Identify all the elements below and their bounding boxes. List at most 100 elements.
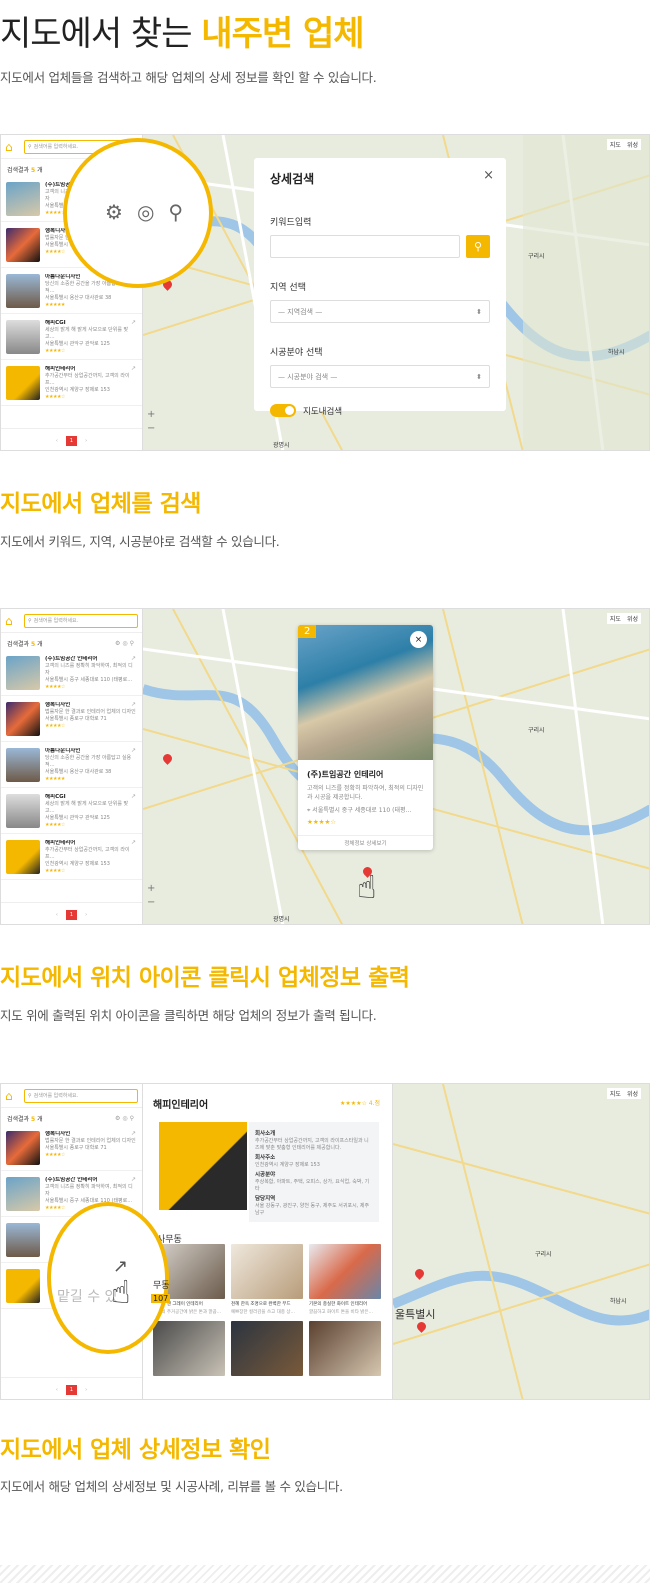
search-input[interactable]: ⚲ 검색어를 입력하세요. <box>24 613 138 628</box>
gear-icon[interactable]: ⚙ <box>105 200 123 224</box>
case-item[interactable]: 천혜 한옥 조명으로 완벽한 무드 예쁘장한 컬러감을 쓰고 대충 상… <box>231 1244 303 1315</box>
screenshot-popup: 지도 위성 구리시 광명시 + − ⌂ ⚲ 검색어를 입력하세요. 검색결과 5 개 ⚙… <box>0 608 650 925</box>
close-icon[interactable]: × <box>410 631 427 648</box>
search-icon: ⚲ <box>28 1092 32 1099</box>
hand-cursor-icon: ☝ <box>357 868 377 906</box>
list-item[interactable]: 해피인테리어 추가공간부터 상업공간까지, 고객의 라이프… 인천광역시 계양구 장… <box>1 834 142 880</box>
toggle-label: 지도내검색 <box>303 406 343 417</box>
map-place-label: 구리시 <box>528 727 545 734</box>
location-icon[interactable]: ◎ <box>137 200 154 224</box>
search-button[interactable]: ⚲ <box>466 235 490 258</box>
company-detail-panel: 해피인테리어 ★★★★☆ 4.점 회사소개 추가공간부터 상업공간까지, 고객의 … <box>143 1084 393 1399</box>
region-label: 지역 선택 <box>270 283 306 293</box>
map-place-label: 구리시 <box>535 1251 552 1258</box>
map-place-label: 하남시 <box>610 1298 627 1305</box>
tag-badge: 107 <box>151 1294 171 1303</box>
select-arrow-icon: ⬍ <box>476 372 482 381</box>
screenshot-detail: 지도 위성 울특별시 구리시 하남시 ⌂ ⚲ 검색어를 입력하세요. 검색결과 5 … <box>0 1083 650 1400</box>
search-icon[interactable]: ⚲ <box>168 200 183 224</box>
zoom-callout: ↗ 맡길 수 있 ☝ <box>47 1202 169 1354</box>
company-name: (주)트임공간 인테리어 <box>307 770 384 779</box>
field-select[interactable]: — 시공분야 검색 — ⬍ <box>270 365 490 388</box>
map-place-label: 광명시 <box>273 916 290 923</box>
list-item[interactable]: 행복디자인법률자문 한 결과로 인테리어 업체의 디자인서울특별시 종로구 대학… <box>1 696 142 742</box>
search-icon: ⚲ <box>28 143 32 150</box>
home-icon[interactable]: ⌂ <box>5 615 19 627</box>
rating-stars: ★★★★☆ 4.점 <box>339 1100 380 1107</box>
result-count: 검색결과 5 개 ⚙◎⚲ <box>7 640 136 648</box>
tool-icons[interactable]: ⚙◎⚲ <box>115 1115 136 1122</box>
external-link-icon[interactable]: ↗ <box>131 701 136 708</box>
list-item[interactable]: 아름다운디자인 당신의 소중한 공간을 가장 아름답고 실용적… 서울특별시 용산구… <box>1 742 142 788</box>
result-count: 검색결과 5 개 ⚙◎⚲ <box>7 1115 136 1123</box>
list-item[interactable]: 해피CGI 세상의 밝게 해 밝게 사모으로 단위를 맞고… 서울특별시 관악구 관… <box>1 314 142 360</box>
map-search-toggle[interactable] <box>270 404 296 417</box>
region-select[interactable]: — 지역검색 — ⬍ <box>270 300 490 323</box>
field-label: 시공분야 선택 <box>270 348 323 358</box>
search-icon: ⚲ <box>28 617 32 624</box>
case-item[interactable]: 기본의 충실한 화이트 인테리어 깔끔하고 화이트 톤을 비타 밝은… <box>309 1244 381 1315</box>
external-link-icon[interactable]: ↗ <box>131 747 136 754</box>
page-subtitle: 지도에서 업체들을 검색하고 해당 업체의 상세 정보를 확인 할 수 있습니다… <box>0 70 377 85</box>
company-desc: 고객의 니즈를 정확히 파악하여, 최적의 디자인과 시공을 제공합니다. <box>307 785 424 801</box>
result-panel: ⌂ ⚲ 검색어를 입력하세요. 검색결과 5 개 ⚙◎⚲ (주)트임공간 인테리어 고… <box>1 609 143 924</box>
keyword-input[interactable] <box>270 235 460 258</box>
external-link-icon[interactable]: ↗ <box>131 319 136 326</box>
external-link-icon[interactable]: ↗ <box>131 365 136 372</box>
section-title: 지도에서 업체를 검색 <box>0 491 201 517</box>
list-item[interactable]: 해피인테리어 추가공간부터 상업공간까지, 고객의 라이프… 인천광역시 계양구 장… <box>1 360 142 406</box>
modal-title: 상세검색 <box>270 172 315 186</box>
external-link-icon[interactable]: ↗ <box>131 1176 136 1183</box>
case-item[interactable] <box>309 1321 381 1376</box>
pin-number-badge: 2 <box>298 625 317 638</box>
home-icon[interactable]: ⌂ <box>5 1090 19 1102</box>
search-input[interactable]: ⚲ 검색어를 입력하세요. <box>24 1088 138 1103</box>
list-item[interactable]: 해피CGI 세상의 밝게 해 밝게 사모으로 단위를 맞고… 서울특별시 관악구 관… <box>1 788 142 834</box>
company-info-box: 회사소개 추가공간부터 상업공간까지, 고객의 라이프스타일과 니즈에 맞춘 맞춤… <box>249 1122 379 1222</box>
map-place-label: 울특별시 <box>395 1308 436 1321</box>
external-link-icon[interactable]: ↗ <box>131 655 136 662</box>
footer-divider <box>0 1565 650 1583</box>
home-icon[interactable]: ⌂ <box>5 141 19 153</box>
case-item[interactable] <box>153 1321 225 1376</box>
map-type-toggle[interactable]: 지도 위성 <box>606 1088 641 1099</box>
page-title: 지도에서 찾는 내주변 업체 <box>0 14 365 54</box>
section-title: 지도에서 위치 아이콘 클릭시 업체정보 출력 <box>0 965 410 991</box>
case-gallery: 화이트 앤 그레이 인테리어 기본의 주거공간에 밝은 톤과 깔끔… 천혜 한옥 … <box>153 1244 381 1376</box>
section-desc: 지도 위에 출력된 위치 아이콘을 클릭하면 해당 업체의 정보가 출력 됩니다… <box>0 1008 377 1023</box>
zoomed-text: 맡길 수 있 <box>57 1289 118 1305</box>
zoom-controls[interactable]: + − <box>147 408 155 436</box>
company-name: 해피인테리어 <box>153 1100 209 1111</box>
keyword-label: 키워드입력 <box>270 218 312 228</box>
select-arrow-icon: ⬍ <box>476 307 482 316</box>
zoom-callout: ⚙ ◎ ⚲ <box>63 138 213 288</box>
section-desc: 지도에서 해당 업체의 상세정보 및 시공사례, 리뷰를 볼 수 있습니다. <box>0 1479 343 1494</box>
list-item[interactable]: 행복디자인법률자문 한 결과로 인테리어 업체의 디자인서울특별시 종로구 대학… <box>1 1125 142 1171</box>
hand-cursor-icon: ☝ <box>111 1273 131 1311</box>
case-item[interactable] <box>231 1321 303 1376</box>
pagination[interactable]: ‹ 1 › <box>1 428 142 450</box>
company-logo-image <box>159 1122 247 1210</box>
section-desc: 지도에서 키워드, 지역, 시공분야로 검색할 수 있습니다. <box>0 534 280 549</box>
zoom-controls[interactable]: + − <box>147 882 155 910</box>
screenshot-search: 지도 위성 구리시 하남시 광명시 + − ⌂ ⚲ 검색어를 입력하세요. 검색결과 … <box>0 134 650 451</box>
close-icon[interactable]: × <box>483 168 494 183</box>
map-type-toggle[interactable]: 지도 위성 <box>606 613 641 624</box>
map-place-label: 구리시 <box>528 253 545 260</box>
external-link-icon[interactable]: ↗ <box>131 839 136 846</box>
external-link-icon[interactable]: ↗ <box>131 1130 136 1137</box>
tool-icons[interactable]: ⚙◎⚲ <box>115 640 136 647</box>
rating-stars: ★★★★☆ <box>307 818 337 826</box>
pagination[interactable]: ‹ 1 › <box>1 1377 142 1399</box>
detail-search-modal: 상세검색 × 키워드입력 ⚲ 지역 선택 — 지역검색 — ⬍ 시공분야 선택 —… <box>254 158 506 417</box>
company-address: ⌖ 서울특별시 중구 세종대로 110 (태평… <box>307 807 412 814</box>
pagination[interactable]: ‹ 1 › <box>1 902 142 924</box>
section-title: 지도에서 업체 상세정보 확인 <box>0 1437 271 1463</box>
list-item[interactable]: (주)트임공간 인테리어고객의 니즈를 정확히 파악하여, 최적의 디자서울특별… <box>1 650 142 696</box>
external-link-icon[interactable]: ↗ <box>131 793 136 800</box>
company-popup-card: 2 × (주)트임공간 인테리어 고객의 니즈를 정확히 파악하여, 최적의 디… <box>298 625 433 850</box>
view-detail-link[interactable]: 정체정보 상세보기 <box>298 835 433 850</box>
map-place-label: 하남시 <box>608 349 625 356</box>
section-label: 무동 <box>153 1281 170 1291</box>
map-type-toggle[interactable]: 지도 위성 <box>606 139 641 150</box>
